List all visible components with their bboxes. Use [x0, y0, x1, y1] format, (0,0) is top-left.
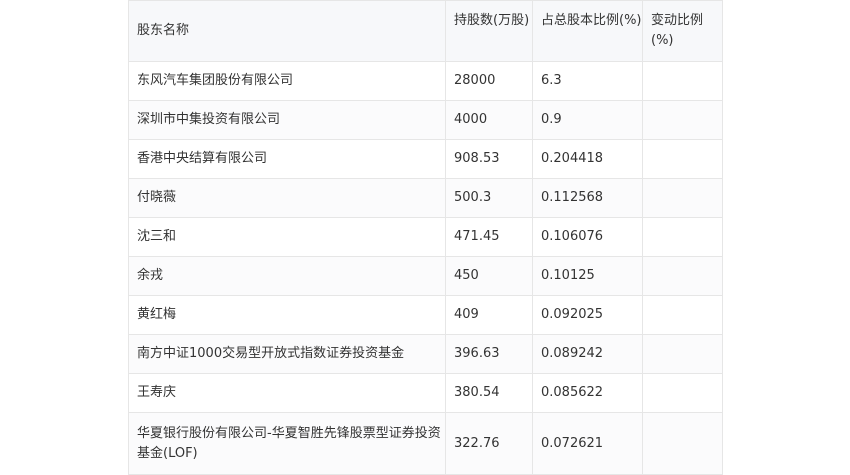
- cell-percentage: 0.092025: [532, 295, 643, 335]
- cell-percentage: 0.106076: [532, 217, 643, 257]
- cell-shareholder-name: 香港中央结算有限公司: [128, 139, 446, 179]
- cell-percentage: 0.089242: [532, 334, 643, 374]
- table-row: 深圳市中集投资有限公司 4000 0.9: [128, 100, 723, 140]
- cell-change-ratio: [642, 100, 723, 140]
- cell-shareholder-name: 黄红梅: [128, 295, 446, 335]
- cell-shareholder-name: 华夏银行股份有限公司-华夏智胜先锋股票型证券投资基金(LOF): [128, 412, 446, 475]
- cell-percentage: 0.085622: [532, 373, 643, 413]
- shareholders-table: 股东名称 持股数(万股) 占总股本比例(%) 变动比例(%) 东风汽车集团股份有…: [128, 0, 723, 475]
- cell-shareholder-name: 王寿庆: [128, 373, 446, 413]
- cell-shares: 380.54: [445, 373, 533, 413]
- table-row: 东风汽车集团股份有限公司 28000 6.3: [128, 61, 723, 101]
- cell-shares: 409: [445, 295, 533, 335]
- table-row: 付晓薇 500.3 0.112568: [128, 178, 723, 218]
- header-shares: 持股数(万股): [445, 0, 533, 62]
- cell-shareholder-name: 东风汽车集团股份有限公司: [128, 61, 446, 101]
- table-row: 沈三和 471.45 0.106076: [128, 217, 723, 257]
- table-row: 余戎 450 0.10125: [128, 256, 723, 296]
- table-row: 王寿庆 380.54 0.085622: [128, 373, 723, 413]
- cell-shares: 28000: [445, 61, 533, 101]
- cell-percentage: 0.112568: [532, 178, 643, 218]
- cell-shares: 471.45: [445, 217, 533, 257]
- table-row: 香港中央结算有限公司 908.53 0.204418: [128, 139, 723, 179]
- header-change-ratio: 变动比例(%): [642, 0, 723, 62]
- shareholders-table-container: 股东名称 持股数(万股) 占总股本比例(%) 变动比例(%) 东风汽车集团股份有…: [128, 0, 723, 475]
- cell-shares: 908.53: [445, 139, 533, 179]
- table-row: 南方中证1000交易型开放式指数证券投资基金 396.63 0.089242: [128, 334, 723, 374]
- cell-shares: 322.76: [445, 412, 533, 475]
- cell-change-ratio: [642, 334, 723, 374]
- cell-shareholder-name: 付晓薇: [128, 178, 446, 218]
- cell-change-ratio: [642, 61, 723, 101]
- cell-percentage: 0.072621: [532, 412, 643, 475]
- table-row: 华夏银行股份有限公司-华夏智胜先锋股票型证券投资基金(LOF) 322.76 0…: [128, 412, 723, 475]
- cell-percentage: 0.9: [532, 100, 643, 140]
- cell-change-ratio: [642, 412, 723, 475]
- cell-change-ratio: [642, 139, 723, 179]
- cell-percentage: 6.3: [532, 61, 643, 101]
- header-shareholder-name: 股东名称: [128, 0, 446, 62]
- cell-shares: 396.63: [445, 334, 533, 374]
- header-percentage: 占总股本比例(%): [532, 0, 643, 62]
- cell-change-ratio: [642, 373, 723, 413]
- table-header-row: 股东名称 持股数(万股) 占总股本比例(%) 变动比例(%): [128, 0, 723, 62]
- cell-shares: 4000: [445, 100, 533, 140]
- cell-shareholder-name: 沈三和: [128, 217, 446, 257]
- cell-shareholder-name: 深圳市中集投资有限公司: [128, 100, 446, 140]
- cell-shareholder-name: 南方中证1000交易型开放式指数证券投资基金: [128, 334, 446, 374]
- table-row: 黄红梅 409 0.092025: [128, 295, 723, 335]
- cell-change-ratio: [642, 256, 723, 296]
- cell-change-ratio: [642, 178, 723, 218]
- cell-change-ratio: [642, 295, 723, 335]
- cell-percentage: 0.204418: [532, 139, 643, 179]
- cell-percentage: 0.10125: [532, 256, 643, 296]
- cell-shareholder-name: 余戎: [128, 256, 446, 296]
- cell-shares: 500.3: [445, 178, 533, 218]
- cell-shares: 450: [445, 256, 533, 296]
- cell-change-ratio: [642, 217, 723, 257]
